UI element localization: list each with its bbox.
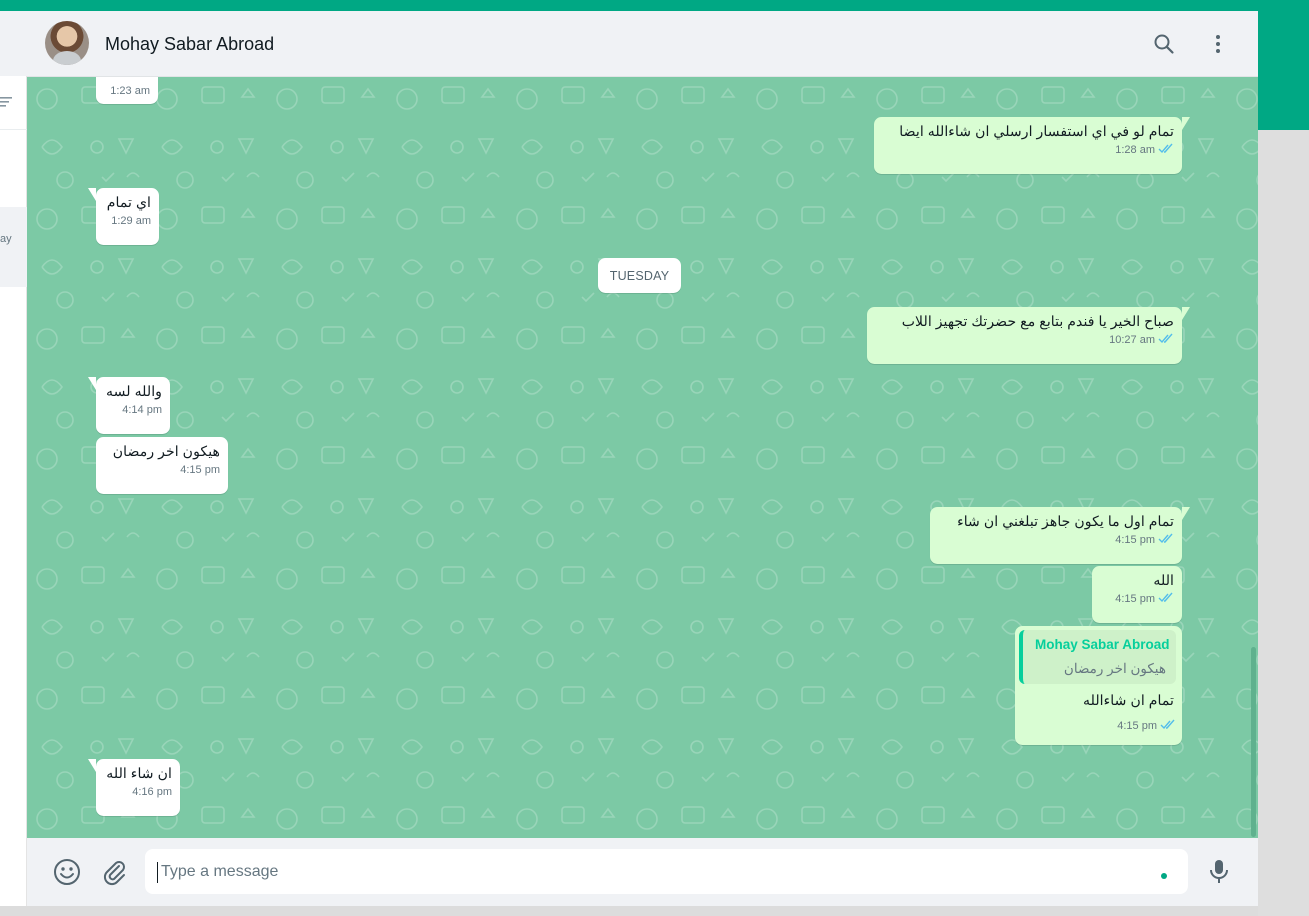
incoming-message[interactable]: ان شاء الله 4:16 pm <box>88 759 180 816</box>
filter-icon[interactable] <box>0 95 12 109</box>
background-accent <box>1258 11 1309 130</box>
menu-icon[interactable] <box>1205 31 1231 57</box>
message-input[interactable] <box>145 849 1188 894</box>
chat-list-item-selected[interactable] <box>0 207 27 287</box>
chat-list-panel: ay <box>0 11 27 906</box>
incoming-message[interactable]: هيكون اخر رمضان 4:15 pm <box>96 437 228 494</box>
read-ticks-icon <box>1158 592 1173 603</box>
read-ticks-icon <box>1158 333 1173 344</box>
message-time: 4:16 pm <box>132 786 172 798</box>
top-accent-bar <box>0 0 1309 11</box>
attach-icon[interactable] <box>99 857 129 887</box>
message-text: ان شاء الله <box>106 766 172 782</box>
message-composer <box>27 838 1258 906</box>
outgoing-message[interactable]: الله 4:15 pm <box>1092 566 1182 623</box>
message-area: 1:23 am تمام لو في اي استفسار ارسلي ان ش… <box>27 77 1258 838</box>
message-time: 4:14 pm <box>122 404 162 416</box>
incoming-message[interactable]: 1:23 am <box>96 77 158 104</box>
quoted-message[interactable]: Mohay Sabar Abroad هيكون اخر رمضان <box>1019 630 1176 684</box>
incoming-message[interactable]: اي تمام 1:29 am <box>88 188 159 245</box>
message-text: تمام اول ما يكون جاهز تبلغني ان شاء <box>957 514 1174 530</box>
conversation-panel: Mohay Sabar Abroad 1:23 am تمام لو في اي… <box>27 11 1258 906</box>
message-time: 1:29 am <box>111 215 151 227</box>
message-time: 4:15 pm <box>1117 720 1157 732</box>
message-text: والله لسه <box>106 384 162 400</box>
message-time: 4:15 pm <box>1115 593 1155 605</box>
message-time: 4:15 pm <box>180 464 220 476</box>
mic-icon[interactable] <box>1204 856 1234 886</box>
message-text: صباح الخير يا فندم بتابع مع حضرتك تجهيز … <box>901 314 1174 330</box>
message-meta: 1:28 am <box>883 143 1174 158</box>
message-text: تمام لو في اي استفسار ارسلي ان شاءالله ا… <box>899 124 1174 140</box>
message-time: 1:23 am <box>110 85 150 97</box>
outgoing-message[interactable]: تمام لو في اي استفسار ارسلي ان شاءالله ا… <box>874 117 1190 174</box>
read-ticks-icon <box>1158 533 1173 544</box>
chat-list-header <box>0 11 27 76</box>
quoted-sender: Mohay Sabar Abroad <box>1035 637 1170 652</box>
read-ticks-icon <box>1160 719 1175 730</box>
message-time: 10:27 am <box>1109 334 1155 346</box>
background-panel <box>1258 130 1309 916</box>
message-meta: 10:27 am <box>876 333 1174 348</box>
bottom-edge <box>0 906 1258 916</box>
contact-name[interactable]: Mohay Sabar Abroad <box>105 34 274 55</box>
status-dot <box>1161 873 1167 879</box>
scrollbar[interactable] <box>1251 647 1256 837</box>
message-time: 4:15 pm <box>1115 534 1155 546</box>
message-text: تمام ان شاءالله <box>1083 693 1174 709</box>
outgoing-reply-message[interactable]: Mohay Sabar Abroad هيكون اخر رمضان تمام … <box>1015 626 1182 745</box>
message-meta: 4:15 pm <box>939 533 1174 548</box>
divider <box>0 129 27 130</box>
message-text: الله <box>1153 573 1174 589</box>
message-time: 1:28 am <box>1115 144 1155 156</box>
message-text: هيكون اخر رمضان <box>112 444 220 460</box>
message-meta: 4:15 pm <box>1019 719 1176 734</box>
search-icon[interactable] <box>1151 31 1177 57</box>
date-divider: TUESDAY <box>598 258 681 293</box>
conversation-header[interactable]: Mohay Sabar Abroad <box>27 11 1258 77</box>
chat-list-item-preview: ay <box>0 233 12 245</box>
emoji-icon[interactable] <box>52 857 82 887</box>
read-ticks-icon <box>1158 143 1173 154</box>
message-meta: 4:15 pm <box>1101 592 1174 607</box>
outgoing-message[interactable]: تمام اول ما يكون جاهز تبلغني ان شاء 4:15… <box>930 507 1190 564</box>
quoted-text: هيكون اخر رمضان <box>1063 661 1166 676</box>
avatar[interactable] <box>45 21 89 65</box>
message-text: اي تمام <box>106 195 151 211</box>
text-caret <box>157 862 158 883</box>
incoming-message[interactable]: والله لسه 4:14 pm <box>88 377 170 434</box>
outgoing-message[interactable]: صباح الخير يا فندم بتابع مع حضرتك تجهيز … <box>867 307 1190 364</box>
